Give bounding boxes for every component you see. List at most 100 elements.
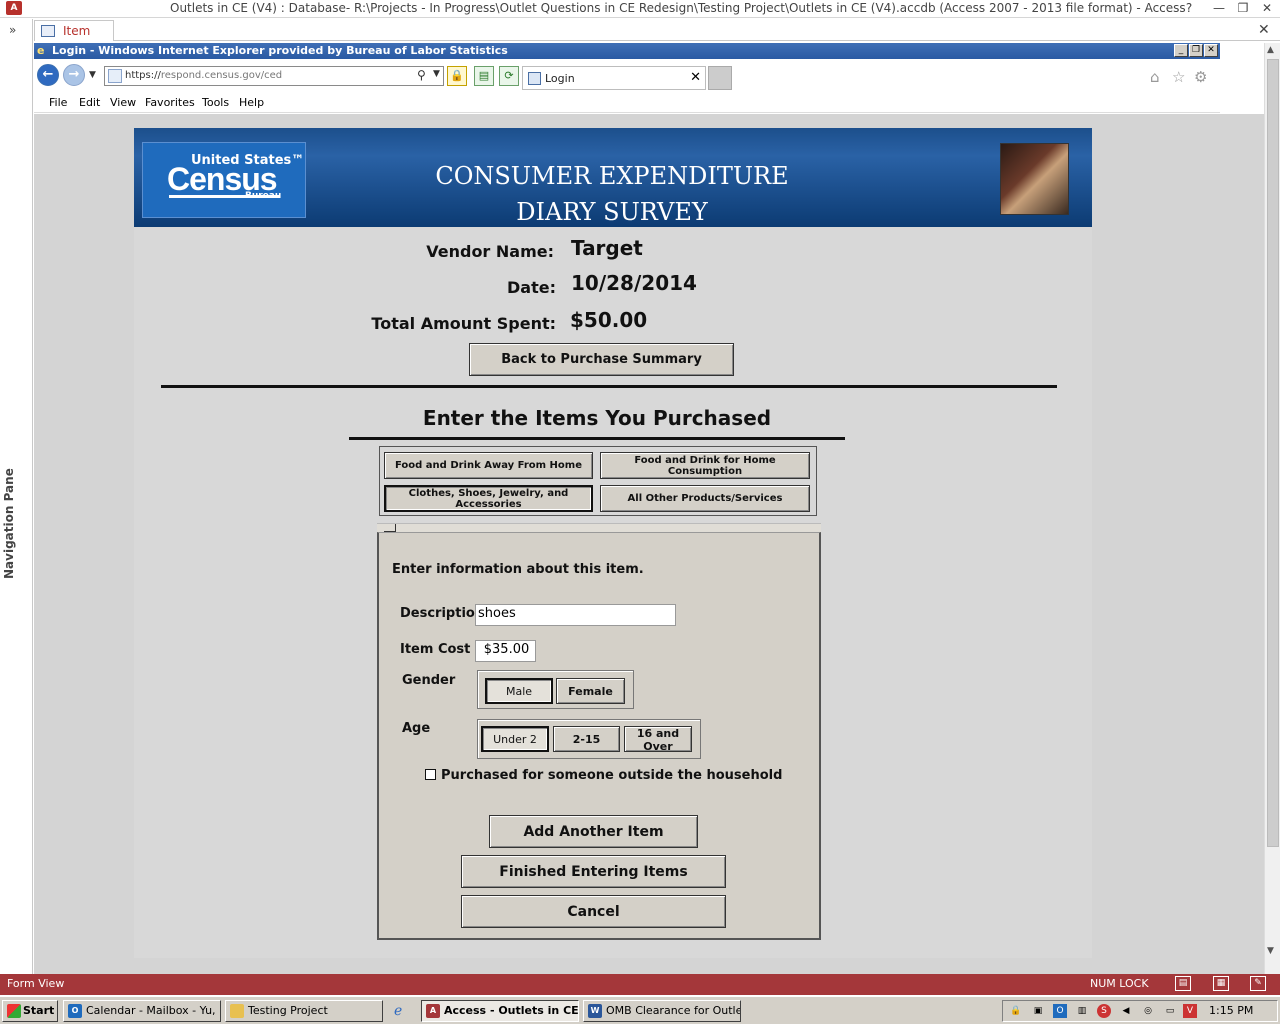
menu-tools[interactable]: Tools xyxy=(202,96,229,109)
divider xyxy=(161,385,1057,388)
total-spent-label: Total Amount Spent: xyxy=(371,314,556,333)
category-other-button[interactable]: All Other Products/Services xyxy=(600,485,810,512)
item-panel-tab[interactable] xyxy=(384,524,396,532)
finished-entering-items-button[interactable]: Finished Entering Items xyxy=(461,855,726,888)
lock-tray-icon[interactable]: 🔒 xyxy=(1009,1004,1023,1018)
gender-female-button[interactable]: Female xyxy=(556,678,625,704)
compatibility-icon[interactable]: ▤ xyxy=(474,66,494,86)
scroll-up-icon[interactable]: ▲ xyxy=(1267,45,1274,55)
outlook-tray-icon[interactable]: O xyxy=(1053,1004,1067,1018)
gear-icon[interactable]: ⚙ xyxy=(1194,68,1207,86)
home-icon[interactable]: ⌂ xyxy=(1150,68,1160,86)
favorites-star-icon[interactable]: ☆ xyxy=(1172,68,1185,86)
access-title-bar: A Outlets in CE (V4) : Database- R:\Proj… xyxy=(0,0,1280,18)
forward-arrow-icon[interactable]: → xyxy=(63,64,85,86)
access-icon: A xyxy=(426,1004,440,1018)
menu-help[interactable]: Help xyxy=(239,96,264,109)
age-under-2-button[interactable]: Under 2 xyxy=(481,726,549,752)
start-label: Start xyxy=(23,1004,55,1017)
battery-tray-icon[interactable]: ▭ xyxy=(1163,1004,1177,1018)
expand-nav-pane-icon[interactable]: » xyxy=(9,23,16,37)
history-dropdown-icon[interactable]: ▼ xyxy=(89,70,96,80)
address-url: https://respond.census.gov/ced xyxy=(125,70,283,81)
category-clothes-button[interactable]: Clothes, Shoes, Jewelry, and Accessories xyxy=(384,485,593,512)
ie-close-button[interactable]: ✕ xyxy=(1204,44,1218,57)
add-another-item-button[interactable]: Add Another Item xyxy=(489,815,698,848)
security-tray-icon[interactable]: S xyxy=(1097,1004,1111,1018)
scroll-down-icon[interactable]: ▼ xyxy=(1267,946,1274,956)
page-icon xyxy=(528,72,541,85)
vendor-name-value: Target xyxy=(571,236,643,260)
age-16-over-button[interactable]: 16 and Over xyxy=(624,726,692,753)
address-dropdown-icon[interactable]: ▼ xyxy=(433,69,440,79)
category-food-home-button[interactable]: Food and Drink for Home Consumption xyxy=(600,452,810,479)
restore-button[interactable]: ❐ xyxy=(1230,0,1256,17)
form-view-icon[interactable]: ▤ xyxy=(1175,976,1191,991)
scrollbar-thumb[interactable] xyxy=(1267,59,1279,847)
close-window-button[interactable]: ✕ xyxy=(1254,0,1280,17)
document-tab-row xyxy=(34,19,1280,41)
tab-item-label: Item xyxy=(63,24,91,38)
survey-title-line2: DIARY SURVEY xyxy=(516,198,708,226)
navigation-pane-label[interactable]: Navigation Pane xyxy=(2,468,16,579)
menu-edit[interactable]: Edit xyxy=(79,96,100,109)
start-button[interactable]: Start xyxy=(2,1000,58,1022)
design-view-icon[interactable]: ✎ xyxy=(1250,976,1266,991)
access-app-icon[interactable]: A xyxy=(6,1,22,15)
navigation-pane[interactable]: » Navigation Pane xyxy=(0,19,33,974)
security-lock-icon[interactable]: 🔒 xyxy=(447,66,467,86)
minimize-button[interactable]: — xyxy=(1206,0,1232,17)
new-tab-button[interactable] xyxy=(708,66,732,90)
close-tab-icon[interactable]: ✕ xyxy=(690,70,701,85)
date-label: Date: xyxy=(507,278,556,297)
vpn-tray-icon[interactable]: V xyxy=(1183,1004,1197,1018)
refresh-icon[interactable]: ⟳ xyxy=(499,66,519,86)
address-bar[interactable]: https://respond.census.gov/ced ⚲ ▼ xyxy=(104,66,444,86)
taskbar-item-access[interactable]: A Access - Outlets in CE ... xyxy=(421,1000,579,1022)
outside-household-checkbox[interactable] xyxy=(425,769,436,780)
windows-logo-icon xyxy=(7,1004,21,1018)
back-arrow-icon[interactable]: ← xyxy=(37,64,59,86)
cancel-button[interactable]: Cancel xyxy=(461,895,726,928)
category-food-away-button[interactable]: Food and Drink Away From Home xyxy=(384,452,593,479)
volume-tray-icon[interactable]: ◀ xyxy=(1119,1004,1133,1018)
outside-household-label[interactable]: Purchased for someone outside the househ… xyxy=(441,768,782,783)
ie-minimize-button[interactable]: _ xyxy=(1174,44,1188,57)
age-2-15-button[interactable]: 2-15 xyxy=(553,726,620,752)
datasheet-view-icon[interactable]: ▦ xyxy=(1213,976,1229,991)
close-document-icon[interactable]: ✕ xyxy=(1258,22,1270,38)
browser-tab-login[interactable]: Login ✕ xyxy=(522,66,706,90)
taskbar-item-calendar[interactable]: O Calendar - Mailbox - Yu, ... xyxy=(63,1000,221,1022)
gender-male-button[interactable]: Male xyxy=(485,678,553,704)
census-logo: United States™ Census Bureau xyxy=(142,142,306,218)
total-spent-value: $50.00 xyxy=(570,308,648,332)
taskbar-item-testing-project[interactable]: Testing Project xyxy=(225,1000,383,1022)
wallet-money-image xyxy=(1000,143,1069,215)
back-to-purchase-summary-button[interactable]: Back to Purchase Summary xyxy=(469,343,734,376)
description-label: Description xyxy=(400,606,485,621)
ie-toolbar: ← → ▼ https://respond.census.gov/ced ⚲ ▼… xyxy=(34,60,1220,92)
sync-tray-icon[interactable]: ◎ xyxy=(1141,1004,1155,1018)
windows-taskbar: Start O Calendar - Mailbox - Yu, ... Tes… xyxy=(0,996,1280,1024)
view-status: Form View xyxy=(7,977,65,990)
description-input[interactable]: shoes xyxy=(475,604,676,626)
menu-file[interactable]: File xyxy=(49,96,67,109)
vertical-scrollbar[interactable]: ▲ ▼ xyxy=(1264,43,1280,974)
folder-icon xyxy=(230,1004,244,1018)
taskbar-item-omb[interactable]: W OMB Clearance for Outle... xyxy=(583,1000,741,1022)
menu-favorites[interactable]: Favorites xyxy=(145,96,195,109)
browser-tab-label: Login xyxy=(545,72,575,85)
survey-title: CONSUMER EXPENDITURE DIARY SURVEY xyxy=(400,158,824,230)
search-icon[interactable]: ⚲ xyxy=(417,68,426,82)
tab-item[interactable]: Item xyxy=(34,20,114,41)
ie-taskbar-icon[interactable]: ℯ xyxy=(394,1003,402,1019)
device-tray-icon[interactable]: ▣ xyxy=(1031,1004,1045,1018)
taskbar-clock: 1:15 PM xyxy=(1209,1004,1254,1017)
ie-logo-icon: e xyxy=(37,44,45,57)
help-icon[interactable]: ? xyxy=(1176,0,1202,17)
ie-restore-button[interactable]: ❐ xyxy=(1189,44,1203,57)
logo-text-bottom: Bureau xyxy=(245,191,282,201)
item-cost-input[interactable]: $35.00 xyxy=(475,640,536,662)
network-tray-icon[interactable]: ▥ xyxy=(1075,1004,1089,1018)
menu-view[interactable]: View xyxy=(110,96,136,109)
